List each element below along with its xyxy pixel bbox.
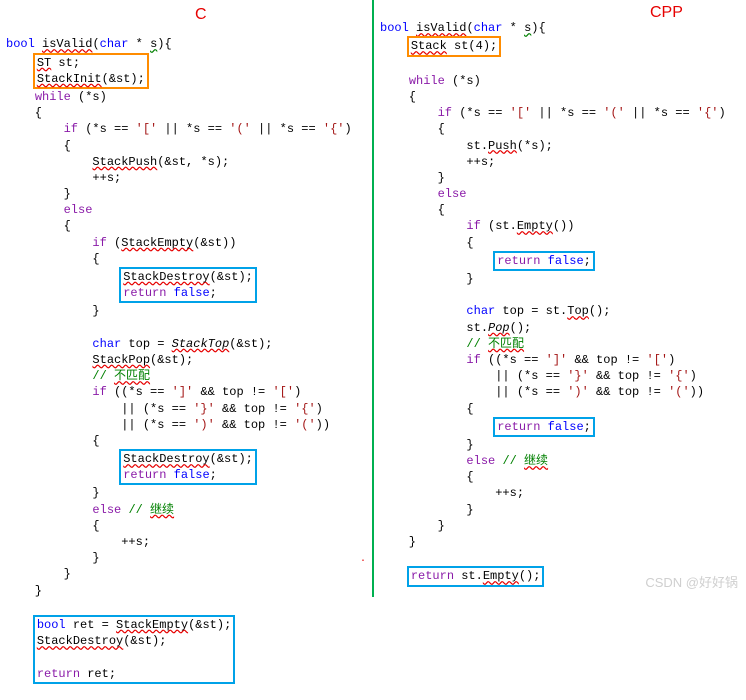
cpp-nomatch-return-box: return false; (493, 417, 595, 437)
code-compare: C bool isValid(char * s){ ST st; StackIn… (0, 0, 746, 597)
cpp-empty-return-box: return false; (493, 251, 595, 271)
c-nomatch-return-box: StackDestroy(&st); return false; (119, 449, 257, 485)
red-dot: · (360, 556, 366, 567)
c-final-return-box: bool ret = StackEmpty(&st); StackDestroy… (33, 615, 235, 684)
c-init-box: ST st; StackInit(&st); (33, 53, 149, 89)
c-sig: bool isValid(char * s){ (6, 37, 172, 51)
cpp-label: CPP (650, 4, 683, 22)
c-empty-return-box: StackDestroy(&st); return false; (119, 267, 257, 303)
cpp-sig: bool isValid(char * s){ (380, 21, 546, 35)
cpp-pane: bool isValid(char * s){ Stack st(4); whi… (374, 0, 746, 597)
c-pane: C bool isValid(char * s){ ST st; StackIn… (0, 0, 374, 597)
cpp-init-box: Stack st(4); (407, 36, 501, 56)
c-label: C (195, 4, 207, 26)
cpp-final-return-box: return st.Empty(); (407, 566, 545, 586)
